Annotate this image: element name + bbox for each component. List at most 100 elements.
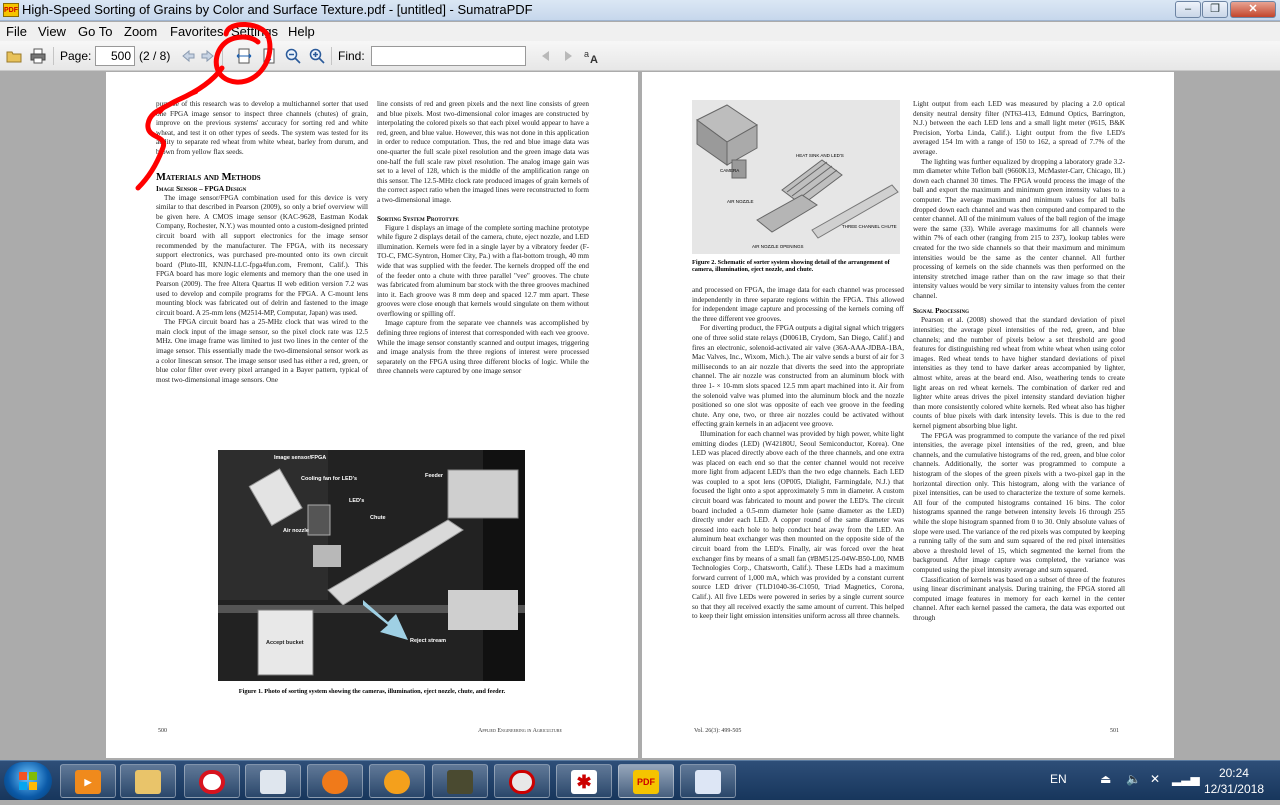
previous-page-icon[interactable] bbox=[180, 48, 196, 64]
windows-taskbar: ▶ ✱ PDF EN ⏏ 🔈 ✕ ▂▃▅ 20:24 12/31/2018 bbox=[0, 760, 1280, 800]
page-footer-number: 500 bbox=[158, 728, 167, 734]
fig2-label: AIR NOZZLE bbox=[727, 199, 754, 204]
right-page-column-2: Light output from each LED was measured … bbox=[913, 100, 1125, 623]
fig1-label: Accept bucket bbox=[266, 640, 304, 646]
zoom-in-icon[interactable] bbox=[309, 48, 325, 64]
page-number-input[interactable]: 500 bbox=[95, 46, 135, 66]
tray-usb-icon[interactable]: ⏏ bbox=[1100, 772, 1111, 786]
language-indicator[interactable]: EN bbox=[1050, 772, 1067, 786]
print-icon[interactable] bbox=[30, 48, 46, 64]
body-paragraph: The image sensor/FPGA combination used f… bbox=[156, 193, 368, 317]
opera-icon bbox=[199, 770, 225, 794]
body-paragraph: The lighting was further equalized by dr… bbox=[913, 157, 1125, 300]
control-panel-icon bbox=[695, 770, 721, 794]
body-paragraph: Classification of kernels was based on a… bbox=[913, 575, 1125, 622]
tray-volume-icon[interactable]: 🔈 bbox=[1126, 772, 1141, 786]
open-folder-icon[interactable] bbox=[6, 48, 22, 64]
menu-file[interactable]: File bbox=[6, 24, 27, 39]
taskbar-gpu-tool[interactable] bbox=[432, 764, 488, 798]
menu-bar: File View Go To Zoom Favorites Settings … bbox=[0, 22, 1280, 41]
clock-time: 20:24 bbox=[1218, 766, 1249, 780]
minimize-button[interactable]: – bbox=[1175, 1, 1201, 18]
start-button[interactable] bbox=[4, 762, 52, 800]
calculator-icon bbox=[260, 770, 286, 794]
sorter-schematic-drawing: CAMERA HEAT SINK AND LED'S AIR NOZZLE TH… bbox=[692, 100, 900, 254]
document-viewer[interactable]: purpose of this research was to develop … bbox=[0, 72, 1280, 760]
figure-2-schematic: CAMERA HEAT SINK AND LED'S AIR NOZZLE TH… bbox=[692, 100, 900, 254]
fig2-label: AIR NOZZLE OPENINGS bbox=[752, 244, 804, 249]
menu-help[interactable]: Help bbox=[288, 24, 315, 39]
firefox-icon bbox=[384, 770, 410, 794]
body-paragraph: The FPGA circuit board has a 25-MHz cloc… bbox=[156, 318, 368, 384]
close-button[interactable]: ✕ bbox=[1230, 1, 1276, 18]
svg-text:a: a bbox=[584, 49, 589, 59]
fig1-label: Air nozzle bbox=[283, 528, 309, 534]
toolbar-separator bbox=[331, 47, 332, 65]
pdf-page-501: CAMERA HEAT SINK AND LED'S AIR NOZZLE TH… bbox=[642, 72, 1174, 758]
title-bar: PDF High-Speed Sorting of Grains by Colo… bbox=[0, 0, 1280, 21]
page-count: (2 / 8) bbox=[139, 49, 171, 63]
system-clock[interactable]: 20:24 12/31/2018 bbox=[1204, 765, 1264, 797]
zoom-out-icon[interactable] bbox=[285, 48, 301, 64]
taskbar-record-tool[interactable] bbox=[494, 764, 550, 798]
svg-text:A: A bbox=[590, 54, 598, 64]
taskbar-bug-tool[interactable]: ✱ bbox=[556, 764, 612, 798]
left-page-column-2: line consists of red and green pixels an… bbox=[377, 100, 589, 377]
tray-signal-icon[interactable]: ▂▃▅ bbox=[1172, 772, 1200, 786]
find-next-icon[interactable] bbox=[560, 48, 576, 64]
section-heading: Materials and Methods bbox=[156, 171, 261, 183]
match-case-icon[interactable]: aA bbox=[584, 48, 600, 64]
taskbar-opera[interactable] bbox=[184, 764, 240, 798]
maximize-button[interactable]: ❐ bbox=[1202, 1, 1228, 18]
body-paragraph: Light output from each LED was measured … bbox=[913, 100, 1125, 156]
taskbar-firefox-dev[interactable] bbox=[307, 764, 363, 798]
body-paragraph: Pearson et al. (2008) showed that the st… bbox=[913, 316, 1125, 430]
figure-2-caption: Figure 2. Schematic of sorter system sho… bbox=[692, 259, 890, 273]
connector-icon bbox=[447, 770, 473, 794]
body-paragraph: and processed on FPGA, the image data fo… bbox=[692, 286, 904, 323]
page-label: Page: bbox=[60, 49, 92, 63]
taskbar-media-player[interactable]: ▶ bbox=[60, 764, 116, 798]
fig2-label: HEAT SINK AND LED'S bbox=[796, 153, 844, 158]
menu-view[interactable]: View bbox=[38, 24, 66, 39]
menu-go-to[interactable]: Go To bbox=[78, 24, 112, 39]
record-tool-icon bbox=[509, 770, 535, 794]
page-footer-journal: Applied Engineering in Agriculture bbox=[478, 728, 562, 734]
fit-width-icon[interactable] bbox=[236, 48, 252, 64]
find-input[interactable] bbox=[371, 46, 526, 66]
next-page-icon[interactable] bbox=[200, 48, 216, 64]
taskbar-sumatrapdf[interactable]: PDF bbox=[618, 764, 674, 798]
taskbar-control-panel[interactable] bbox=[680, 764, 736, 798]
tray-network-icon[interactable]: ✕ bbox=[1150, 772, 1160, 786]
left-page-column-1: purpose of this research was to develop … bbox=[156, 100, 368, 385]
menu-favorites[interactable]: Favorites bbox=[170, 24, 223, 39]
find-label: Find: bbox=[338, 49, 365, 63]
subsection-heading: Image Sensor – FPGA Design bbox=[156, 184, 247, 193]
sumatrapdf-app-icon[interactable]: PDF bbox=[3, 3, 19, 17]
intro-paragraph: purpose of this research was to develop … bbox=[156, 100, 368, 156]
body-paragraph: Figure 1 displays an image of the comple… bbox=[377, 223, 589, 318]
fig2-label: THREE CHANNEL CHUTE bbox=[842, 224, 897, 229]
windows-logo-icon bbox=[19, 772, 37, 790]
figure-1-photo: Image sensor/FPGA Cooling fan for LED's … bbox=[218, 450, 525, 681]
sumatrapdf-icon: PDF bbox=[633, 770, 659, 794]
figure-1-caption: Figure 1. Photo of sorting system showin… bbox=[238, 688, 506, 695]
media-player-icon: ▶ bbox=[75, 770, 101, 794]
find-previous-icon[interactable] bbox=[538, 48, 554, 64]
taskbar-firefox[interactable] bbox=[369, 764, 425, 798]
toolbar: Page: 500 (2 / 8) Find: aA bbox=[0, 41, 1280, 71]
fit-page-icon[interactable] bbox=[261, 48, 277, 64]
menu-zoom[interactable]: Zoom bbox=[124, 24, 157, 39]
folder-icon bbox=[135, 770, 161, 794]
taskbar-calculator[interactable] bbox=[245, 764, 301, 798]
fig1-label: Feeder bbox=[425, 473, 444, 479]
toolbar-separator bbox=[53, 47, 54, 65]
body-paragraph: The FPGA was programmed to compute the v… bbox=[913, 431, 1125, 574]
subsection-heading: Sorting System Prototype bbox=[377, 214, 459, 223]
body-paragraph: Illumination for each channel was provid… bbox=[692, 429, 904, 621]
fig1-label: Cooling fan for LED's bbox=[301, 476, 357, 482]
body-paragraph: line consists of red and green pixels an… bbox=[377, 100, 589, 204]
fig2-label: CAMERA bbox=[720, 168, 739, 173]
menu-settings[interactable]: Settings bbox=[231, 24, 278, 39]
taskbar-file-explorer[interactable] bbox=[120, 764, 176, 798]
